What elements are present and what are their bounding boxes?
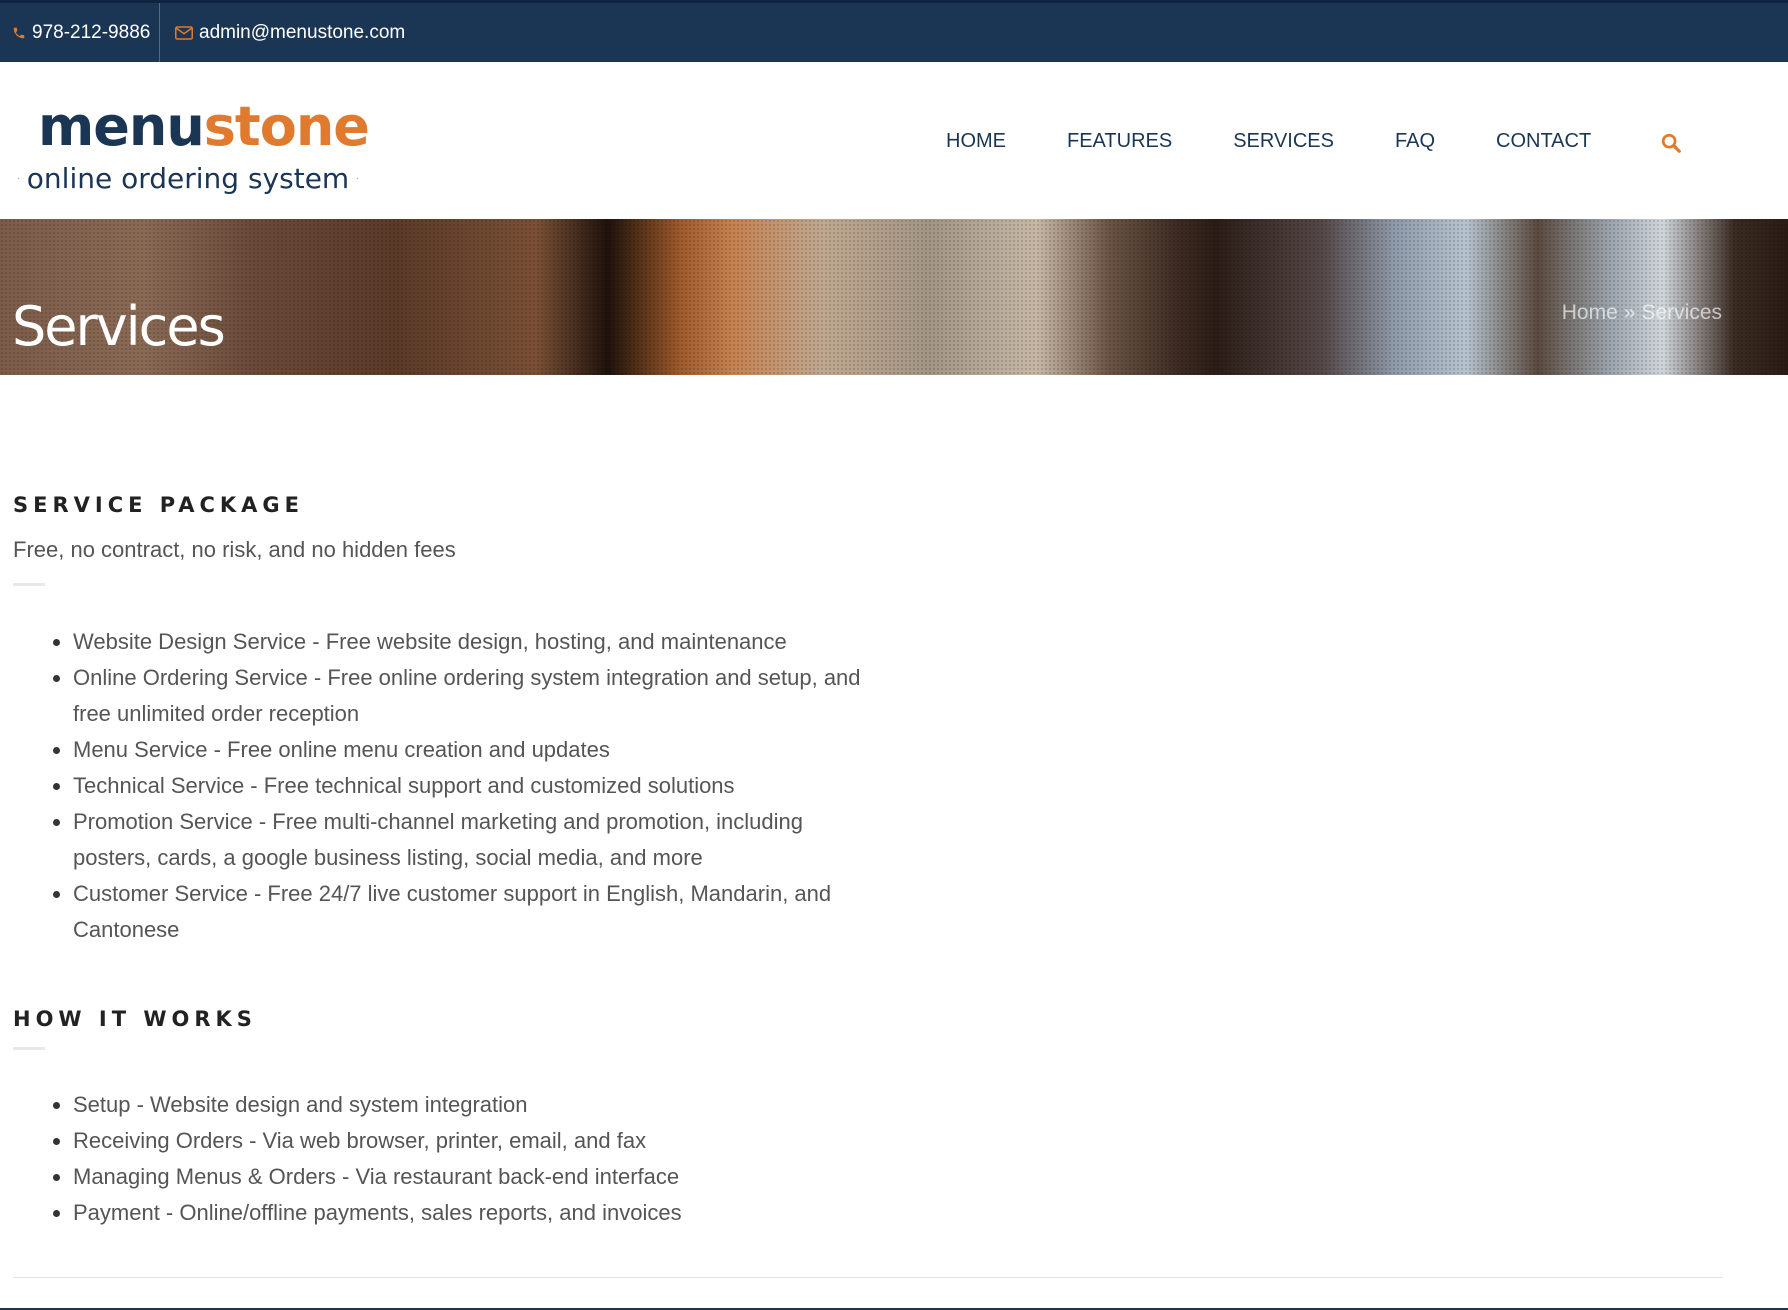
site-header: menustone online ordering system HOME FE… — [0, 62, 1788, 219]
list-item: Menu Service - Free online menu creation… — [73, 732, 873, 768]
list-item: Promotion Service - Free multi-channel m… — [73, 804, 873, 876]
nav-home[interactable]: HOME — [946, 130, 1006, 153]
page-title: Services — [12, 295, 226, 359]
list-item: Receiving Orders - Via web browser, prin… — [73, 1123, 873, 1159]
list-item: Technical Service - Free technical suppo… — [73, 768, 873, 804]
phone-contact[interactable]: 978-212-9886 — [12, 3, 150, 62]
breadcrumb-separator: » — [1623, 301, 1636, 324]
list-item: Managing Menus & Orders - Via restaurant… — [73, 1159, 873, 1195]
email-contact[interactable]: admin@menustone.com — [175, 3, 405, 62]
phone-number: 978-212-9886 — [32, 21, 151, 43]
envelope-icon — [175, 25, 193, 40]
service-package-title: SERVICE PACKAGE — [13, 493, 305, 517]
list-item: Online Ordering Service - Free online or… — [73, 660, 873, 732]
logo-tagline: online ordering system — [26, 162, 350, 195]
logo-wordmark: menustone — [38, 95, 370, 158]
list-item: Customer Service - Free 24/7 live custom… — [73, 876, 873, 948]
main-nav: HOME FEATURES SERVICES FAQ CONTACT — [946, 130, 1591, 153]
section-divider — [13, 583, 45, 586]
breadcrumb-home[interactable]: Home — [1562, 301, 1618, 325]
site-logo[interactable]: menustone online ordering system — [18, 100, 370, 210]
breadcrumb-current: Services — [1641, 301, 1722, 324]
nav-contact[interactable]: CONTACT — [1496, 130, 1591, 153]
list-item: Payment - Online/offline payments, sales… — [73, 1195, 873, 1231]
breadcrumb: Home » Services — [1562, 301, 1722, 325]
logo-tagline-row: online ordering system — [18, 162, 358, 195]
topbar-divider — [159, 3, 160, 62]
phone-icon — [12, 26, 26, 40]
section-divider — [13, 1047, 45, 1050]
page-banner: Services Home » Services — [0, 219, 1788, 375]
how-it-works-list: Setup - Website design and system integr… — [13, 1087, 873, 1231]
nav-services[interactable]: SERVICES — [1233, 130, 1334, 153]
nav-features[interactable]: FEATURES — [1067, 130, 1172, 153]
service-package-list: Website Design Service - Free website de… — [13, 624, 873, 948]
email-address: admin@menustone.com — [199, 21, 406, 43]
content-bottom-divider — [13, 1277, 1723, 1278]
how-it-works-title: HOW IT WORKS — [13, 1007, 257, 1031]
nav-faq[interactable]: FAQ — [1395, 130, 1435, 153]
search-icon[interactable] — [1660, 132, 1684, 156]
logo-rule-left — [18, 178, 19, 179]
list-item: Setup - Website design and system integr… — [73, 1087, 873, 1123]
list-item: Website Design Service - Free website de… — [73, 624, 873, 660]
topbar: 978-212-9886 admin@menustone.com — [0, 0, 1788, 62]
logo-rule-right — [357, 178, 358, 179]
service-package-subtitle: Free, no contract, no risk, and no hidde… — [13, 537, 456, 562]
